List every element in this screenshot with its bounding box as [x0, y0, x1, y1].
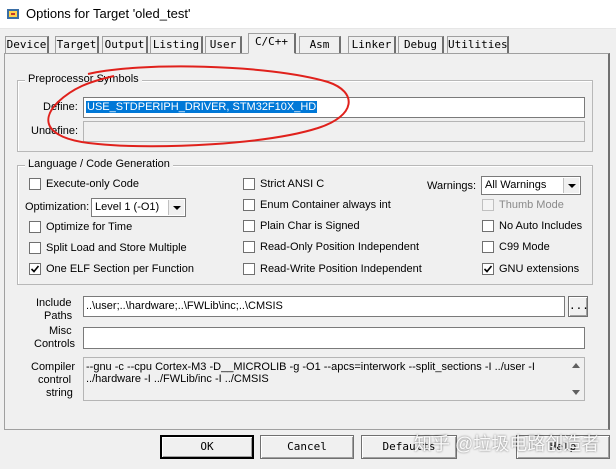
- one-elf-label: One ELF Section per Function: [46, 263, 194, 275]
- optimization-select[interactable]: Level 1 (-O1): [91, 198, 186, 217]
- split-load-checkbox[interactable]: [29, 242, 41, 254]
- title-bar: Options for Target 'oled_test': [0, 0, 616, 29]
- compiler-line-2: ../hardware -I ../FWLib/inc -I ../CMSIS: [86, 373, 269, 385]
- one-elf-checkbox[interactable]: [29, 263, 41, 275]
- c99-mode-label: C99 Mode: [499, 241, 550, 253]
- undefine-field[interactable]: [83, 121, 585, 142]
- ro-pi-checkbox[interactable]: [243, 241, 255, 253]
- compiler-label-line1: Compiler: [31, 361, 76, 373]
- warnings-select[interactable]: All Warnings: [481, 176, 581, 195]
- include-label-line1: Include: [36, 297, 72, 309]
- tab-output[interactable]: Output: [102, 36, 148, 53]
- include-label-line2: Paths: [44, 310, 73, 322]
- scroll-down-icon: [572, 390, 580, 395]
- window-title: Options for Target 'oled_test': [26, 6, 191, 21]
- app-icon: [6, 7, 20, 21]
- watermark-text: 知乎 @垃圾电路创造者: [414, 434, 600, 454]
- undefine-label: Undefine:: [31, 125, 79, 137]
- strict-ansi-checkbox[interactable]: [243, 178, 255, 190]
- tab-device[interactable]: Device: [5, 36, 49, 53]
- optimize-time-checkbox[interactable]: [29, 221, 41, 233]
- compiler-label-line3: string: [46, 387, 73, 399]
- define-value: USE_STDPERIPH_DRIVER, STM32F10X_HD: [86, 101, 318, 113]
- execute-only-label: Execute-only Code: [46, 178, 139, 190]
- plain-char-checkbox[interactable]: [243, 220, 255, 232]
- gnu-extensions-label: GNU extensions: [499, 263, 580, 275]
- chevron-down-icon: [168, 200, 184, 215]
- c99-mode-checkbox[interactable]: [482, 241, 494, 253]
- define-label: Define:: [43, 101, 78, 113]
- misc-label-line2: Controls: [34, 338, 75, 350]
- compiler-line-1: --gnu -c --cpu Cortex-M3 -D__MICROLIB -g…: [86, 361, 535, 373]
- thumb-mode-label: Thumb Mode: [499, 199, 564, 211]
- warnings-label: Warnings:: [427, 180, 477, 192]
- ok-button[interactable]: OK: [160, 435, 254, 459]
- plain-char-label: Plain Char is Signed: [260, 220, 360, 232]
- ro-pi-label: Read-Only Position Independent: [260, 241, 419, 253]
- split-load-label: Split Load and Store Multiple: [46, 242, 187, 254]
- compiler-label-line2: control: [38, 374, 72, 386]
- preprocessor-group-title: Preprocessor Symbols: [25, 73, 142, 85]
- no-auto-includes-label: No Auto Includes: [499, 220, 583, 232]
- define-field[interactable]: USE_STDPERIPH_DRIVER, STM32F10X_HD: [83, 97, 585, 118]
- tab-linker[interactable]: Linker: [348, 36, 396, 53]
- cancel-button[interactable]: Cancel: [260, 435, 354, 459]
- checkmark-icon: [30, 265, 40, 273]
- compiler-scrollbar[interactable]: [569, 359, 583, 399]
- compiler-string-field[interactable]: --gnu -c --cpu Cortex-M3 -D__MICROLIB -g…: [83, 357, 585, 401]
- enum-container-checkbox[interactable]: [243, 199, 255, 211]
- thumb-mode-checkbox[interactable]: [482, 199, 494, 211]
- optimization-label: Optimization:: [25, 201, 90, 213]
- browse-include-button[interactable]: ...: [568, 296, 589, 317]
- gnu-extensions-checkbox[interactable]: [482, 263, 494, 275]
- no-auto-includes-checkbox[interactable]: [482, 220, 494, 232]
- optimize-time-label: Optimize for Time: [46, 221, 133, 233]
- execute-only-checkbox[interactable]: [29, 178, 41, 190]
- rw-pi-checkbox[interactable]: [243, 263, 255, 275]
- rw-pi-label: Read-Write Position Independent: [260, 263, 422, 275]
- tab-asm[interactable]: Asm: [299, 36, 341, 53]
- strict-ansi-label: Strict ANSI C: [260, 178, 325, 190]
- checkmark-icon: [483, 265, 493, 273]
- chevron-down-icon: [563, 178, 579, 193]
- tab-user[interactable]: User: [205, 36, 242, 53]
- misc-controls-field[interactable]: [83, 327, 585, 349]
- tab-c-cpp[interactable]: C/C++: [248, 33, 296, 54]
- optimization-value: Level 1 (-O1): [95, 201, 160, 213]
- scroll-up-icon: [572, 363, 580, 368]
- enum-container-label: Enum Container always int: [260, 199, 391, 211]
- misc-label-line1: Misc: [49, 325, 72, 337]
- tab-utilities[interactable]: Utilities: [447, 36, 509, 53]
- warnings-value: All Warnings: [485, 179, 547, 191]
- tab-target[interactable]: Target: [55, 36, 99, 53]
- tab-listing[interactable]: Listing: [150, 36, 203, 53]
- tab-debug[interactable]: Debug: [398, 36, 444, 53]
- include-paths-field[interactable]: ..\user;..\hardware;..\FWLib\inc;..\CMSI…: [83, 296, 565, 317]
- language-group-title: Language / Code Generation: [25, 158, 173, 170]
